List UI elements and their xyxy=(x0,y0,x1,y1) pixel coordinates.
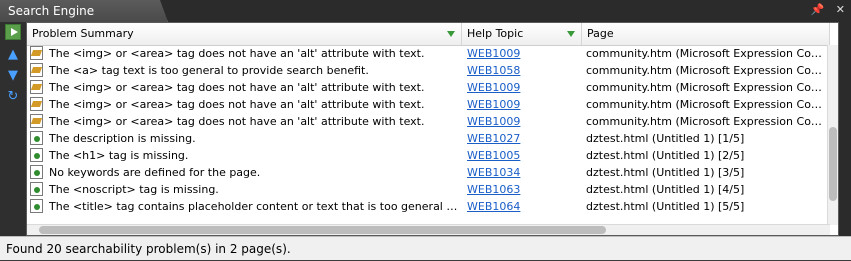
horizontal-scrollbar[interactable] xyxy=(27,224,830,235)
help-topic-link[interactable]: WEB1009 xyxy=(467,45,577,62)
close-icon[interactable]: ✕ xyxy=(836,3,845,16)
filter-arrow-icon[interactable] xyxy=(447,31,455,37)
refresh-button[interactable]: ↻ xyxy=(5,88,21,104)
page-cell: community.htm (Microsoft Expression Comm… xyxy=(586,47,830,60)
status-bar: Found 20 searchability problem(s) in 2 p… xyxy=(0,236,851,260)
help-topic-link[interactable]: WEB1058 xyxy=(467,62,577,79)
help-topic-link[interactable]: WEB1005 xyxy=(467,147,577,164)
problem-summary-cell: The <h1> tag is missing. xyxy=(49,149,189,162)
arrow-up-icon: ▲ xyxy=(8,46,18,62)
help-topic-link[interactable]: WEB1064 xyxy=(467,198,577,215)
table-row[interactable]: No keywords are defined for the page. WE… xyxy=(27,164,830,181)
problem-summary-cell: The <img> or <area> tag does not have an… xyxy=(49,115,425,128)
help-topic-link[interactable]: WEB1009 xyxy=(467,79,577,96)
page-cell: community.htm (Microsoft Expression Comm… xyxy=(586,98,830,111)
vertical-scrollbar[interactable] xyxy=(827,45,838,225)
grid-header: Problem Summary Help Topic Page xyxy=(27,23,830,46)
page-cell: dztest.html (Untitled 1) [4/5] xyxy=(586,183,745,196)
problem-summary-cell: The <title> tag contains placeholder con… xyxy=(49,200,459,213)
page-cell: dztest.html (Untitled 1) [2/5] xyxy=(586,149,745,162)
panel-title-tab[interactable]: Search Engine Optimization xyxy=(0,0,168,22)
problem-summary-cell: No keywords are defined for the page. xyxy=(49,166,261,179)
problem-summary-cell: The <img> or <area> tag does not have an… xyxy=(49,98,425,111)
problem-summary-cell: The <img> or <area> tag does not have an… xyxy=(49,47,425,60)
table-row[interactable]: The <noscript> tag is missing. WEB1063 d… xyxy=(27,181,830,198)
table-row[interactable]: The <h1> tag is missing. WEB1005 dztest.… xyxy=(27,147,830,164)
table-row[interactable]: The <title> tag contains placeholder con… xyxy=(27,198,830,215)
seo-panel: Search Engine Optimization 📌 ✕ ▲ ▼ ↻ Pro… xyxy=(0,0,851,260)
problem-summary-cell: The description is missing. xyxy=(49,132,196,145)
page-cell: dztest.html (Untitled 1) [3/5] xyxy=(586,166,745,179)
column-header-label: Page xyxy=(587,27,614,40)
next-problem-button[interactable]: ▼ xyxy=(5,67,21,83)
table-row[interactable]: The <img> or <area> tag does not have an… xyxy=(27,96,830,113)
status-text: Found 20 searchability problem(s) in 2 p… xyxy=(6,242,291,256)
page-cell: community.htm (Microsoft Expression Comm… xyxy=(586,64,830,77)
problem-summary-cell: The <noscript> tag is missing. xyxy=(49,183,219,196)
column-header-page[interactable]: Page xyxy=(582,23,830,45)
column-header-label: Help Topic xyxy=(467,27,524,40)
problem-summary-cell: The <img> or <area> tag does not have an… xyxy=(49,81,425,94)
problem-rows: The <img> or <area> tag does not have an… xyxy=(27,45,830,215)
help-topic-link[interactable]: WEB1009 xyxy=(467,96,577,113)
arrow-down-icon: ▼ xyxy=(8,67,18,83)
help-topic-link[interactable]: WEB1034 xyxy=(467,164,577,181)
previous-problem-button[interactable]: ▲ xyxy=(5,46,21,62)
left-toolbar: ▲ ▼ ↻ xyxy=(0,22,26,236)
column-header-help-topic[interactable]: Help Topic xyxy=(462,23,582,45)
help-topic-link[interactable]: WEB1027 xyxy=(467,130,577,147)
page-cell: community.htm (Microsoft Expression Comm… xyxy=(586,115,830,128)
problem-summary-cell: The <a> tag text is too general to provi… xyxy=(49,64,369,77)
help-topic-link[interactable]: WEB1063 xyxy=(467,181,577,198)
page-cell: dztest.html (Untitled 1) [1/5] xyxy=(586,132,745,145)
pin-icon[interactable]: 📌 xyxy=(811,3,825,16)
table-row[interactable]: The <a> tag text is too general to provi… xyxy=(27,62,830,79)
problem-grid: Problem Summary Help Topic Page The <img… xyxy=(26,22,839,236)
table-row[interactable]: The description is missing. WEB1027 dzte… xyxy=(27,130,830,147)
table-row[interactable]: The <img> or <area> tag does not have an… xyxy=(27,79,830,96)
table-row[interactable]: The <img> or <area> tag does not have an… xyxy=(27,45,830,62)
vertical-scroll-thumb[interactable] xyxy=(829,127,837,201)
run-report-button[interactable] xyxy=(5,24,21,40)
title-controls: 📌 ✕ xyxy=(803,3,845,16)
help-topic-link[interactable]: WEB1009 xyxy=(467,113,577,130)
horizontal-scroll-thumb[interactable] xyxy=(39,226,606,234)
table-row[interactable]: The <img> or <area> tag does not have an… xyxy=(27,113,830,130)
filter-arrow-icon[interactable] xyxy=(567,31,575,37)
page-cell: dztest.html (Untitled 1) [5/5] xyxy=(586,200,745,213)
column-header-problem-summary[interactable]: Problem Summary xyxy=(27,23,462,45)
page-cell: community.htm (Microsoft Expression Comm… xyxy=(586,81,830,94)
play-icon xyxy=(10,28,18,36)
refresh-icon: ↻ xyxy=(7,88,19,104)
column-header-label: Problem Summary xyxy=(32,27,134,40)
